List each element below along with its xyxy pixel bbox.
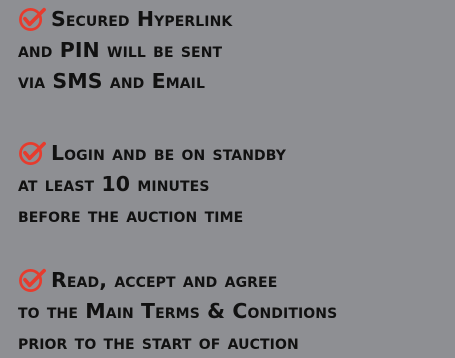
check-circle-icon <box>19 141 46 166</box>
instruction-line: via SMS and Email <box>18 69 205 93</box>
instruction-line: at least 10 minutes <box>18 172 210 196</box>
instruction-line: Secured Hyperlink <box>18 4 232 35</box>
instruction-text: Login and be on standby <box>51 141 287 165</box>
check-circle-icon <box>19 7 46 32</box>
check-circle-icon <box>19 268 46 293</box>
instruction-line: to the Main Terms & Conditions <box>18 299 338 323</box>
instruction-line: prior to the start of auction <box>18 330 299 354</box>
instruction-item-2: Login and be on standby at least 10 minu… <box>18 138 286 231</box>
instruction-text: Read, accept and agree <box>51 268 278 292</box>
instruction-text: Secured Hyperlink <box>51 7 233 31</box>
instruction-panel: Secured Hyperlink and PIN will be sent v… <box>0 0 455 356</box>
instruction-line: and PIN will be sent <box>18 38 223 62</box>
instruction-line: Read, accept and agree <box>18 265 337 296</box>
instruction-item-1: Secured Hyperlink and PIN will be sent v… <box>18 4 232 97</box>
instruction-line: before the auction time <box>18 203 244 227</box>
instruction-line: Login and be on standby <box>18 138 286 169</box>
instruction-item-3: Read, accept and agree to the Main Terms… <box>18 265 337 358</box>
